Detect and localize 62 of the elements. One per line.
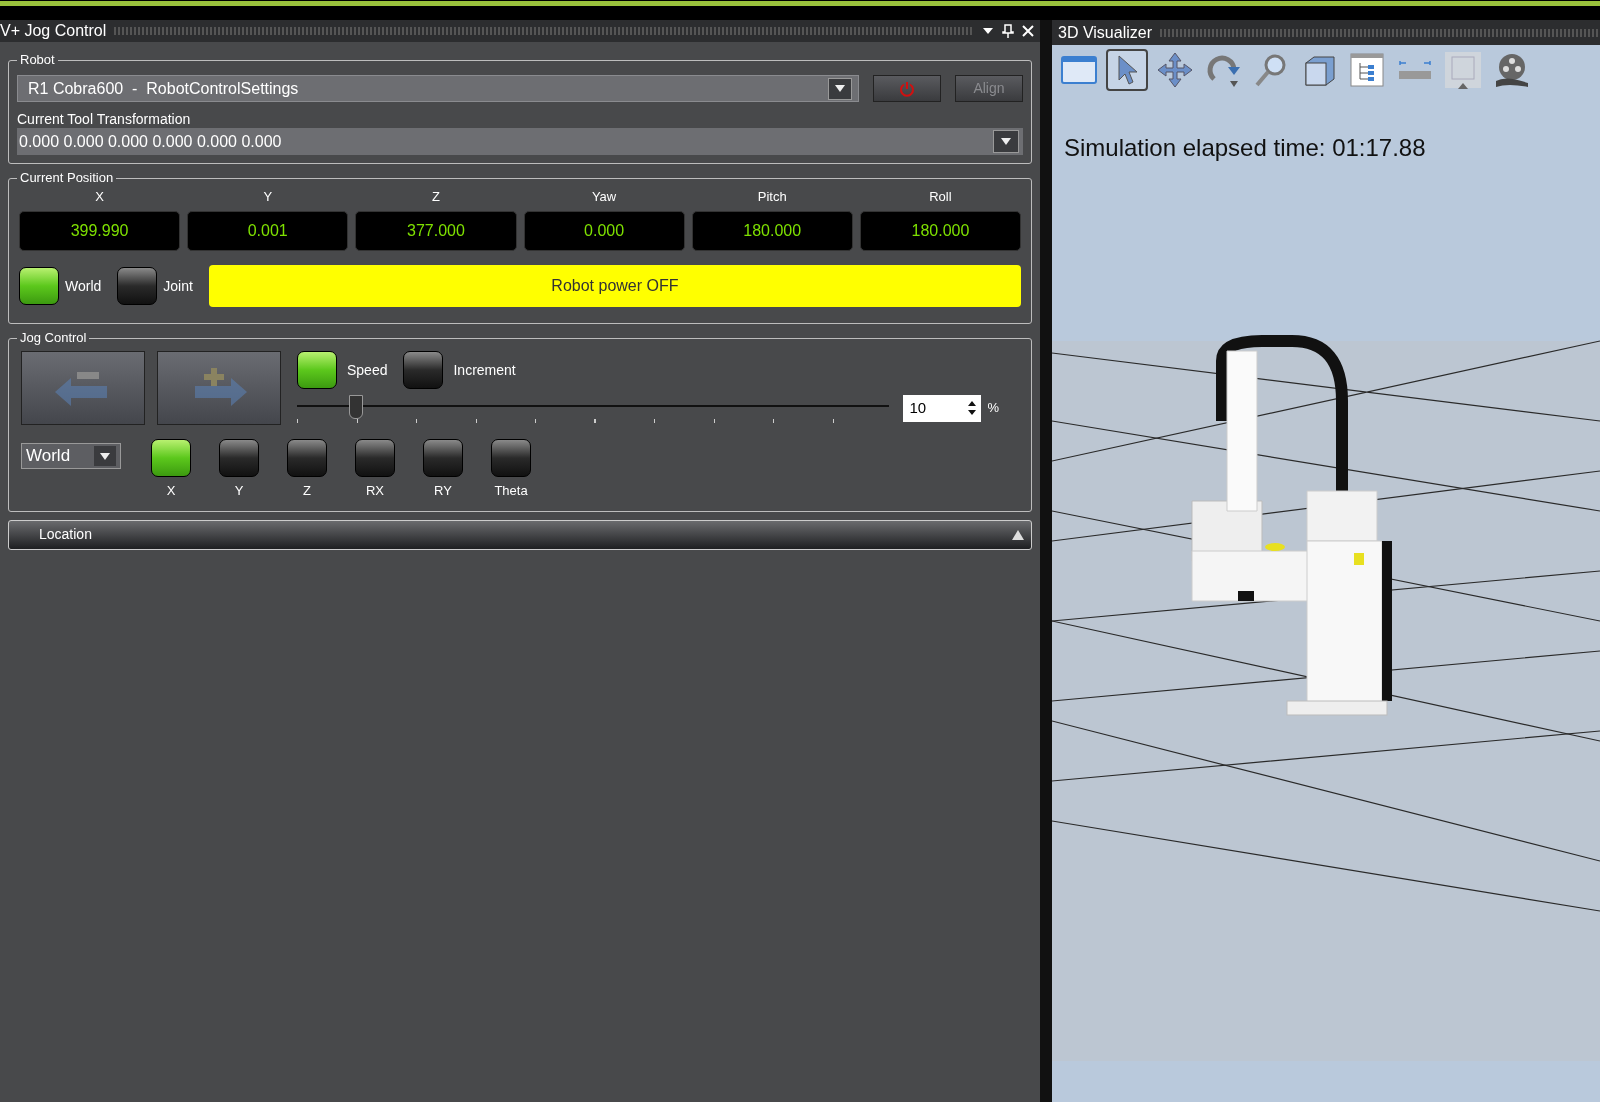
frame-dropdown[interactable]: World xyxy=(21,443,121,469)
toggle-button[interactable] xyxy=(287,439,327,477)
status-banner: Robot power OFF xyxy=(208,265,1021,307)
field-label: Current Tool Transformation xyxy=(17,110,192,128)
axis-label: Yaw xyxy=(591,189,617,205)
jog-plus-button[interactable] xyxy=(157,351,281,425)
position-readout: 399.990 xyxy=(19,211,181,251)
location-expander[interactable]: Location xyxy=(8,519,1032,550)
axis-label: X xyxy=(95,189,104,205)
toggle-label: RY xyxy=(434,482,452,500)
wireframe-box-icon xyxy=(1444,51,1482,89)
power-icon xyxy=(899,80,915,97)
position-readout: 0.001 xyxy=(187,211,349,251)
spinner-arrows-icon xyxy=(967,399,978,417)
power-button[interactable] xyxy=(873,75,941,102)
axis-label: Y xyxy=(263,189,273,205)
toggle-button[interactable] xyxy=(219,439,259,477)
toggle-button[interactable] xyxy=(355,439,395,477)
speed-slider[interactable] xyxy=(297,393,890,423)
jog-minus-button[interactable] xyxy=(21,351,145,425)
group-legend: Jog Control xyxy=(17,330,90,346)
toggle-button[interactable] xyxy=(19,267,59,305)
unit-label: % xyxy=(987,399,999,418)
slider-thumb[interactable] xyxy=(349,395,364,419)
toggle-label: Theta xyxy=(494,482,528,500)
position-readout: 377.000 xyxy=(355,211,517,251)
dropdown-arrow-icon xyxy=(99,451,111,461)
toggle-button[interactable] xyxy=(151,439,191,477)
pin-icon[interactable] xyxy=(1002,24,1014,38)
robot-dropdown[interactable]: R1 Cobra600 - RobotControlSettings xyxy=(17,75,859,102)
toggle-button[interactable] xyxy=(403,351,444,389)
tree-list-icon xyxy=(1348,51,1386,89)
elapsed-time-text: Simulation elapsed time: 01:17.88 xyxy=(1064,133,1427,163)
toggle-button[interactable] xyxy=(117,267,158,305)
toggle-label: Speed xyxy=(347,360,388,380)
toggle-label: Y xyxy=(234,482,244,500)
toggle-label: Increment xyxy=(453,360,516,380)
toggle-label: X xyxy=(166,482,176,500)
toggle-label: World xyxy=(65,276,102,296)
toggle-label: Z xyxy=(303,482,311,500)
position-readout: 180.000 xyxy=(859,211,1021,251)
axis-label: Pitch xyxy=(757,189,787,205)
dropdown-arrow-icon xyxy=(1000,137,1012,146)
tool-transformation-dropdown[interactable]: 0.000 0.000 0.000 0.000 0.000 0.000 xyxy=(17,128,1023,155)
close-icon[interactable] xyxy=(1022,25,1034,37)
toggle-label: RX xyxy=(365,482,385,500)
position-readout: 0.000 xyxy=(523,211,685,251)
toggle-label: Joint xyxy=(163,276,193,296)
dropdown-arrow-icon xyxy=(834,84,846,93)
toggle-button[interactable] xyxy=(423,439,463,477)
axis-label: Roll xyxy=(929,189,952,205)
toggle-button[interactable] xyxy=(491,439,531,477)
toolbar-button[interactable] xyxy=(1106,49,1148,91)
expand-arrow-icon xyxy=(1011,528,1025,541)
speed-spinner[interactable]: 10 xyxy=(903,394,982,422)
position-readout: 180.000 xyxy=(691,211,853,251)
axis-label: Z xyxy=(431,189,440,205)
dropdown-arrow-icon[interactable] xyxy=(982,27,994,35)
panel-title: V+ Jog Control xyxy=(0,21,107,41)
toggle-button[interactable] xyxy=(297,351,337,389)
move-icon xyxy=(1156,51,1194,89)
panel-title: 3D Visualizer xyxy=(1058,22,1152,43)
